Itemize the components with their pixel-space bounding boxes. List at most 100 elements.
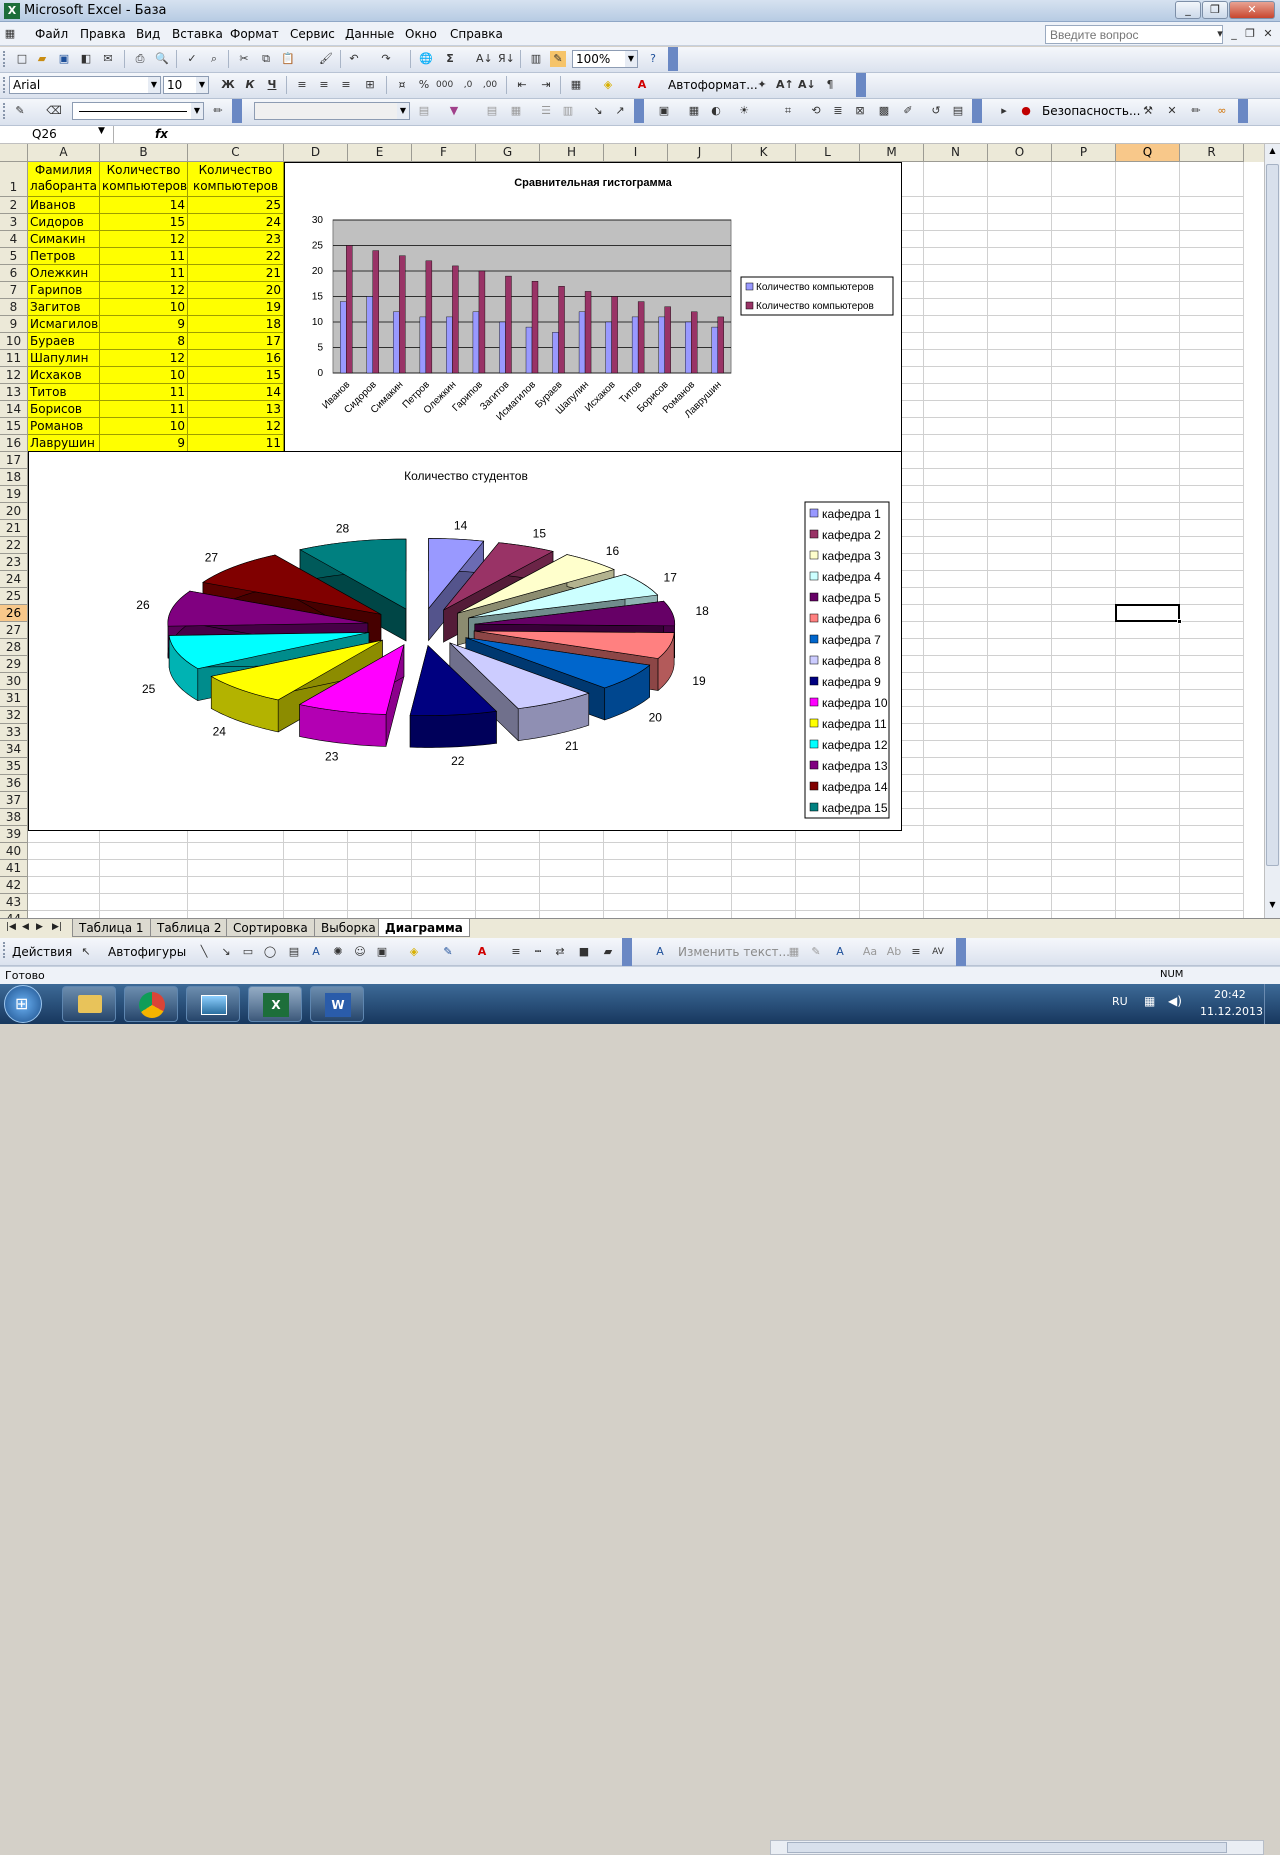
row-header[interactable]: 34 (0, 741, 28, 758)
paste-icon[interactable]: 📋 (280, 51, 296, 67)
ask-question-input[interactable] (1045, 25, 1223, 44)
bar-2[interactable] (558, 286, 565, 374)
line-color-icon[interactable]: ✏ (210, 103, 226, 119)
decrease-indent-icon[interactable]: ⇤ (514, 77, 530, 93)
row-header[interactable]: 18 (0, 469, 28, 486)
row-header[interactable]: 27 (0, 622, 28, 639)
grid-cell[interactable] (1116, 758, 1180, 775)
grid-cell[interactable] (988, 282, 1052, 299)
grid-cell[interactable] (988, 605, 1052, 622)
grid-cell[interactable] (1180, 486, 1244, 503)
grid-cell[interactable] (988, 877, 1052, 894)
row-header[interactable]: 16 (0, 435, 28, 452)
menu-insert[interactable]: Вставка (172, 27, 223, 41)
grid-cell[interactable] (988, 333, 1052, 350)
grid-cell[interactable] (1116, 809, 1180, 826)
bar-2[interactable] (346, 245, 353, 374)
row-header[interactable]: 35 (0, 758, 28, 775)
grid-cell[interactable] (1052, 656, 1116, 673)
first-sheet-icon[interactable]: |◀ (6, 922, 16, 932)
grid-cell[interactable] (1052, 758, 1116, 775)
grid-cell[interactable] (1180, 622, 1244, 639)
grid-cell[interactable] (924, 435, 988, 452)
row-header[interactable]: 39 (0, 826, 28, 843)
save-icon[interactable]: ▣ (56, 51, 72, 67)
format-styles-icon[interactable]: ✦ (754, 77, 770, 93)
grid-cell[interactable] (796, 911, 860, 918)
grid-cell[interactable] (1052, 503, 1116, 520)
grid-cell[interactable] (860, 843, 924, 860)
grid-cell[interactable] (1116, 860, 1180, 877)
grid-cell[interactable] (988, 162, 1052, 197)
italic-icon[interactable]: К (242, 77, 258, 93)
grid-cell[interactable] (988, 231, 1052, 248)
grid-cell[interactable] (1116, 452, 1180, 469)
grid-cell[interactable] (1180, 826, 1244, 843)
chart-type-icon[interactable]: ▼ (446, 103, 462, 119)
grid-cell[interactable] (1052, 248, 1116, 265)
grid-cell[interactable] (1180, 333, 1244, 350)
grid-cell[interactable] (668, 911, 732, 918)
table-cell-value[interactable]: 18 (188, 316, 284, 333)
grid-cell[interactable] (1052, 843, 1116, 860)
column-header-H[interactable]: H (540, 144, 604, 162)
column-header-I[interactable]: I (604, 144, 668, 162)
grid-cell[interactable] (1116, 622, 1180, 639)
grid-cell[interactable] (1116, 316, 1180, 333)
drawing-options-icon[interactable] (622, 938, 632, 966)
grid-cell[interactable] (1116, 911, 1180, 918)
grid-cell[interactable] (28, 877, 100, 894)
language-indicator[interactable]: RU (1112, 995, 1128, 1008)
grid-cell[interactable] (860, 860, 924, 877)
column-header-K[interactable]: K (732, 144, 796, 162)
column-header-B[interactable]: B (100, 144, 188, 162)
column-header-L[interactable]: L (796, 144, 860, 162)
grid-cell[interactable] (988, 265, 1052, 282)
bar-1[interactable] (419, 316, 427, 374)
color-icon[interactable]: ▦ (686, 103, 702, 119)
row-header[interactable]: 14 (0, 401, 28, 418)
line-icon[interactable]: ╲ (196, 944, 212, 960)
table-cell-value[interactable]: 9 (100, 435, 188, 452)
text-alignment-icon[interactable]: ≡ (908, 944, 924, 960)
grid-cell[interactable] (412, 877, 476, 894)
grid-cell[interactable] (604, 860, 668, 877)
grid-cell[interactable] (100, 911, 188, 918)
grid-cell[interactable] (1116, 571, 1180, 588)
row-header[interactable]: 31 (0, 690, 28, 707)
grid-cell[interactable] (1180, 282, 1244, 299)
table-cell-value[interactable]: 11 (188, 435, 284, 452)
grid-cell[interactable] (988, 197, 1052, 214)
grid-cell[interactable] (1180, 265, 1244, 282)
grid-cell[interactable] (924, 537, 988, 554)
table-cell-value[interactable]: 10 (100, 367, 188, 384)
grid-cell[interactable] (188, 860, 284, 877)
borders-icon[interactable]: ▦ (568, 77, 584, 93)
paragraph-direction-icon[interactable]: ¶ (822, 77, 838, 93)
grid-cell[interactable] (1180, 605, 1244, 622)
grid-cell[interactable] (860, 894, 924, 911)
grid-cell[interactable] (1180, 469, 1244, 486)
control-toolbox-icon[interactable]: ⚒ (1140, 103, 1156, 119)
grid-cell[interactable] (988, 214, 1052, 231)
start-button[interactable]: ⊞ (4, 985, 42, 1023)
row-header[interactable]: 7 (0, 282, 28, 299)
row-header[interactable]: 9 (0, 316, 28, 333)
row-header[interactable]: 21 (0, 520, 28, 537)
grid-cell[interactable] (924, 860, 988, 877)
column-header-G[interactable]: G (476, 144, 540, 162)
format-object-icon[interactable]: ▤ (416, 103, 432, 119)
grid-cell[interactable] (988, 401, 1052, 418)
grid-cell[interactable] (1116, 248, 1180, 265)
grid-cell[interactable] (924, 452, 988, 469)
grid-cell[interactable] (1116, 469, 1180, 486)
table-cell-value[interactable]: 10 (100, 299, 188, 316)
picture-options-icon[interactable]: ▤ (950, 103, 966, 119)
grid-cell[interactable] (1116, 588, 1180, 605)
table-cell-name[interactable]: Сидоров (28, 214, 100, 231)
grid-cell[interactable] (988, 741, 1052, 758)
bar-1[interactable] (366, 296, 374, 374)
grid-cell[interactable] (1052, 860, 1116, 877)
row-header[interactable]: 23 (0, 554, 28, 571)
row-header[interactable]: 41 (0, 860, 28, 877)
